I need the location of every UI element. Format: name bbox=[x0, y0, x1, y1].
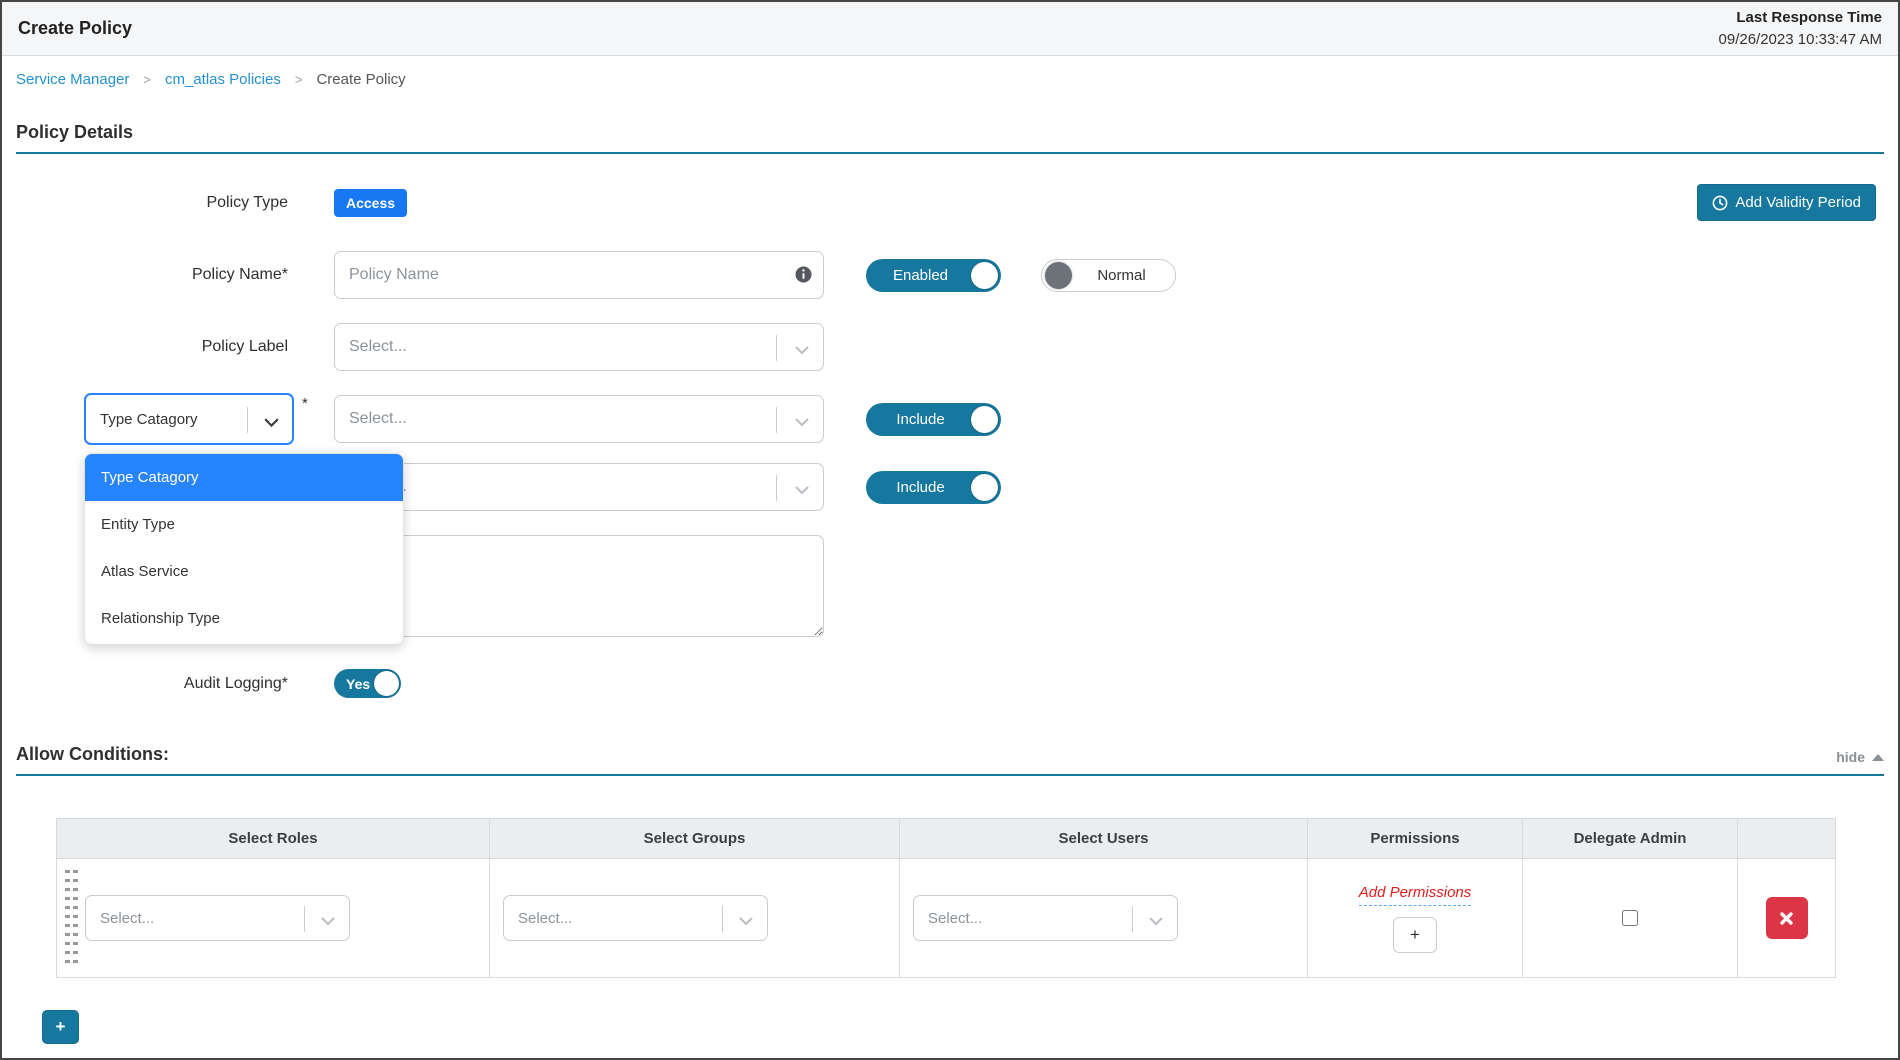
add-permission-button[interactable]: + bbox=[1393, 917, 1437, 953]
resource-row2-select[interactable]: Select... bbox=[334, 463, 824, 511]
breadcrumb-current: Create Policy bbox=[316, 71, 405, 88]
select-divider bbox=[722, 906, 723, 932]
policy-name-input[interactable] bbox=[334, 251, 824, 299]
users-cell: Select... bbox=[900, 859, 1308, 977]
delegate-admin-cell bbox=[1523, 859, 1738, 977]
policy-label-select[interactable]: Select... bbox=[334, 323, 824, 371]
toggle-knob bbox=[1045, 262, 1072, 289]
toggle-knob bbox=[971, 262, 998, 289]
include-toggle-label: Include bbox=[896, 411, 944, 428]
page-title: Create Policy bbox=[18, 18, 132, 39]
actions-cell bbox=[1738, 859, 1835, 977]
select-roles-placeholder: Select... bbox=[100, 910, 154, 927]
policy-type-badge: Access bbox=[334, 189, 407, 217]
column-header-select-roles: Select Roles bbox=[57, 819, 490, 859]
enabled-toggle[interactable]: Enabled bbox=[866, 259, 1001, 292]
last-response-time: Last Response Time 09/26/2023 10:33:47 A… bbox=[1719, 7, 1882, 51]
select-divider bbox=[776, 335, 777, 361]
column-header-permissions: Permissions bbox=[1308, 819, 1523, 859]
resource-type-combo-value: Type Catagory bbox=[100, 411, 198, 428]
info-icon bbox=[795, 266, 812, 288]
hide-section-link[interactable]: hide bbox=[1836, 749, 1884, 765]
select-divider bbox=[776, 407, 777, 433]
policy-type-label: Policy Type bbox=[16, 194, 334, 212]
dropdown-option-type-catagory[interactable]: Type Catagory bbox=[85, 454, 403, 501]
select-users-placeholder: Select... bbox=[928, 910, 982, 927]
last-response-label: Last Response Time bbox=[1719, 7, 1882, 29]
roles-cell: Select... bbox=[57, 859, 490, 977]
type-category-value-placeholder: Select... bbox=[349, 410, 407, 428]
policy-label-label: Policy Label bbox=[16, 338, 334, 356]
required-asterisk: * bbox=[302, 395, 314, 412]
select-groups-placeholder: Select... bbox=[518, 910, 572, 927]
normal-toggle-label: Normal bbox=[1097, 267, 1145, 284]
select-divider bbox=[304, 906, 305, 932]
resource-type-combo[interactable]: Type Catagory bbox=[84, 393, 294, 445]
resource-type-dropdown-menu: Type Catagory Entity Type Atlas Service … bbox=[84, 453, 404, 645]
hide-label: hide bbox=[1836, 749, 1865, 765]
chevron-down-icon bbox=[795, 342, 809, 360]
chevron-down-icon bbox=[795, 482, 809, 500]
enabled-toggle-label: Enabled bbox=[893, 267, 948, 284]
groups-cell: Select... bbox=[490, 859, 900, 977]
policy-details-header: Policy Details bbox=[16, 122, 1884, 154]
policy-details-title: Policy Details bbox=[16, 122, 133, 143]
breadcrumb-cm-atlas-policies[interactable]: cm_atlas Policies bbox=[165, 71, 281, 88]
permissions-cell: Add Permissions + bbox=[1308, 859, 1523, 977]
select-roles-select[interactable]: Select... bbox=[85, 895, 350, 941]
allow-conditions-header: Allow Conditions: hide bbox=[16, 744, 1884, 776]
allow-conditions-table: Select Roles Select Groups Select Users … bbox=[56, 818, 1836, 978]
select-users-select[interactable]: Select... bbox=[913, 895, 1178, 941]
column-header-select-groups: Select Groups bbox=[490, 819, 900, 859]
toggle-knob bbox=[971, 406, 998, 433]
add-permissions-link[interactable]: Add Permissions bbox=[1359, 884, 1472, 906]
select-divider bbox=[247, 407, 248, 433]
normal-override-toggle[interactable]: Normal bbox=[1041, 259, 1176, 292]
breadcrumb-separator: > bbox=[295, 72, 303, 87]
toggle-knob bbox=[971, 474, 998, 501]
breadcrumb: Service Manager > cm_atlas Policies > Cr… bbox=[2, 56, 1898, 102]
include-toggle-1[interactable]: Include bbox=[866, 403, 1001, 436]
column-header-actions bbox=[1738, 819, 1835, 859]
policy-name-label: Policy Name* bbox=[16, 266, 334, 284]
select-divider bbox=[776, 475, 777, 501]
clock-icon bbox=[1712, 195, 1728, 211]
breadcrumb-separator: > bbox=[143, 72, 151, 87]
add-validity-period-label: Add Validity Period bbox=[1735, 194, 1861, 211]
include-toggle-2[interactable]: Include bbox=[866, 471, 1001, 504]
breadcrumb-service-manager[interactable]: Service Manager bbox=[16, 71, 129, 88]
chevron-down-icon bbox=[1149, 913, 1163, 930]
select-groups-select[interactable]: Select... bbox=[503, 895, 768, 941]
audit-logging-label: Audit Logging* bbox=[16, 675, 334, 693]
toggle-knob bbox=[374, 671, 399, 696]
allow-conditions-title: Allow Conditions: bbox=[16, 744, 169, 765]
audit-logging-toggle[interactable]: Yes bbox=[334, 669, 401, 698]
chevron-up-icon bbox=[1872, 754, 1884, 761]
policy-label-placeholder: Select... bbox=[349, 338, 407, 356]
description-textarea[interactable] bbox=[334, 535, 824, 637]
column-header-select-users: Select Users bbox=[900, 819, 1308, 859]
add-condition-row-button[interactable]: + bbox=[42, 1010, 79, 1044]
add-validity-period-button[interactable]: Add Validity Period bbox=[1697, 184, 1876, 221]
dropdown-option-entity-type[interactable]: Entity Type bbox=[85, 501, 403, 548]
chevron-down-icon bbox=[795, 414, 809, 432]
top-bar: Create Policy Last Response Time 09/26/2… bbox=[2, 2, 1898, 56]
delete-row-button[interactable] bbox=[1766, 897, 1808, 939]
include-toggle-label: Include bbox=[896, 479, 944, 496]
x-icon bbox=[1779, 911, 1794, 926]
dropdown-option-atlas-service[interactable]: Atlas Service bbox=[85, 548, 403, 595]
chevron-down-icon bbox=[321, 913, 335, 930]
select-divider bbox=[1132, 906, 1133, 932]
type-category-value-select[interactable]: Select... bbox=[334, 395, 824, 443]
drag-handle-icon[interactable] bbox=[65, 870, 78, 966]
audit-logging-toggle-label: Yes bbox=[346, 676, 370, 692]
chevron-down-icon bbox=[264, 415, 279, 432]
delegate-admin-checkbox[interactable] bbox=[1622, 910, 1638, 926]
column-header-delegate-admin: Delegate Admin bbox=[1523, 819, 1738, 859]
chevron-down-icon bbox=[739, 913, 753, 930]
dropdown-option-relationship-type[interactable]: Relationship Type bbox=[85, 595, 403, 642]
last-response-value: 09/26/2023 10:33:47 AM bbox=[1719, 29, 1882, 51]
